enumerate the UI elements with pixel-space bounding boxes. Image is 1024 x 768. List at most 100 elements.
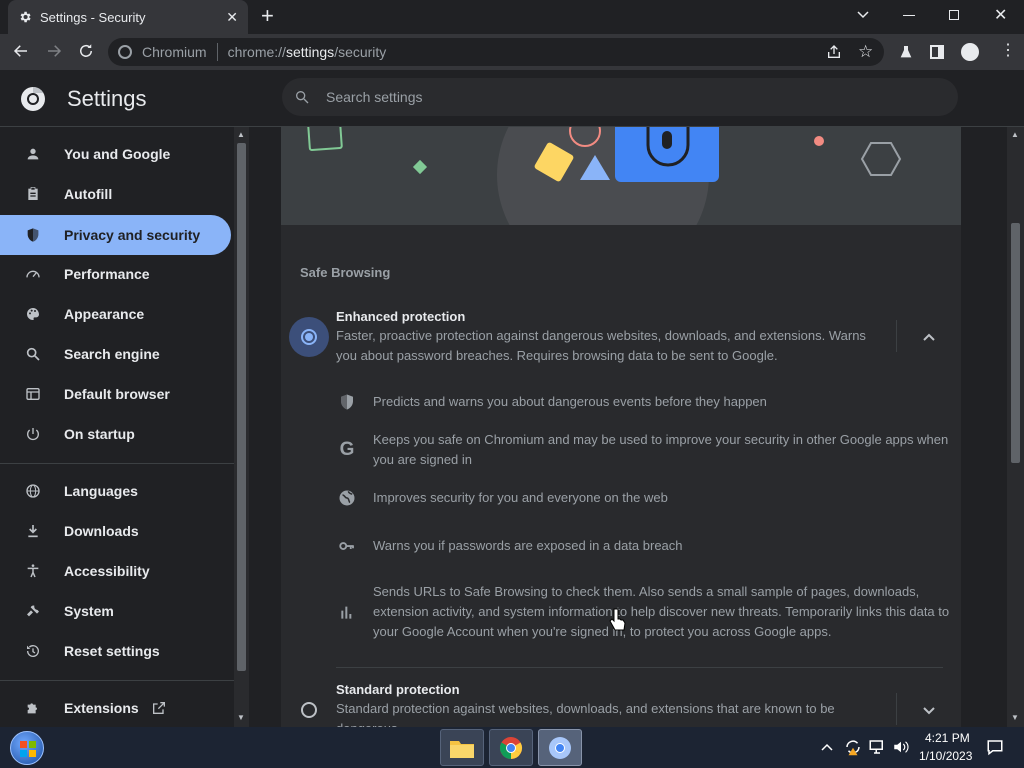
scroll-up-arrow-icon[interactable]: ▲ xyxy=(1011,130,1019,139)
restore-button[interactable] xyxy=(949,10,959,20)
new-tab-button[interactable]: + xyxy=(261,5,274,27)
volume-icon[interactable] xyxy=(892,738,910,761)
shield-icon xyxy=(337,392,357,412)
window-close-button[interactable]: ✕ xyxy=(994,5,1007,25)
mouse-pointer-icon xyxy=(609,608,627,637)
standard-protection-title: Standard protection xyxy=(336,682,460,697)
chromium-taskbar-icon[interactable] xyxy=(538,729,582,766)
enhanced-bullet-text: Predicts and warns you about dangerous e… xyxy=(373,394,767,409)
sidebar-item-label: Extensions xyxy=(64,700,139,716)
sidebar: You and Google Autofill Privacy and secu… xyxy=(0,127,234,727)
sidebar-item-label: Autofill xyxy=(64,186,113,202)
bookmark-star-icon[interactable]: ☆ xyxy=(858,42,873,62)
file-explorer-taskbar-icon[interactable] xyxy=(440,729,484,766)
sidebar-item-label: On startup xyxy=(64,426,135,442)
sidebar-item-system[interactable]: System xyxy=(0,591,231,631)
shield-icon xyxy=(24,226,42,244)
sidebar-item-default-browser[interactable]: Default browser xyxy=(0,374,231,414)
scroll-down-arrow-icon[interactable]: ▼ xyxy=(1011,713,1019,722)
standard-protection-description: Standard protection against websites, do… xyxy=(336,701,835,727)
tray-chevron-icon[interactable] xyxy=(820,740,834,759)
sidebar-item-accessibility[interactable]: Accessibility xyxy=(0,551,231,591)
url-prefix: chrome:// xyxy=(227,44,286,60)
sidebar-item-autofill[interactable]: Autofill xyxy=(0,174,231,214)
standard-protection-radio[interactable] xyxy=(301,702,317,718)
sidebar-item-reset-settings[interactable]: Reset settings xyxy=(0,631,231,671)
enhanced-protection-radio[interactable] xyxy=(289,317,329,357)
collapse-chevron-icon[interactable] xyxy=(922,330,936,349)
start-button[interactable] xyxy=(10,731,44,765)
option-divider xyxy=(336,667,943,668)
sidebar-item-label: Search engine xyxy=(64,346,160,362)
page-scrollbar-thumb[interactable] xyxy=(1011,223,1020,463)
main-content: Safe Browsing Enhanced protection Faster… xyxy=(249,127,1007,727)
sidebar-item-you-and-google[interactable]: You and Google xyxy=(0,134,231,174)
profile-avatar-icon[interactable] xyxy=(961,43,979,61)
side-panel-icon[interactable] xyxy=(930,45,944,59)
divider xyxy=(216,43,218,61)
clock-time[interactable]: 4:21 PM xyxy=(925,731,970,745)
close-icon[interactable]: ✕ xyxy=(226,9,238,26)
puzzle-icon xyxy=(24,699,42,717)
expand-chevron-icon[interactable] xyxy=(922,703,936,722)
external-link-icon xyxy=(151,700,167,719)
tab-title: Settings - Security xyxy=(40,9,146,25)
scroll-down-arrow-icon[interactable]: ▼ xyxy=(237,713,245,722)
enhanced-bullet-text: Warns you if passwords are exposed in a … xyxy=(373,538,683,553)
sidebar-scrollbar-thumb[interactable] xyxy=(237,143,246,671)
sidebar-item-privacy-and-security[interactable]: Privacy and security xyxy=(0,215,231,255)
page-scrollbar[interactable]: ▲ ▼ xyxy=(1007,127,1024,727)
minimize-button[interactable] xyxy=(903,15,915,16)
tab-search-chevron-icon[interactable] xyxy=(856,7,870,26)
url-path: /security xyxy=(334,44,387,60)
sidebar-item-label: You and Google xyxy=(64,146,171,162)
sidebar-item-downloads[interactable]: Downloads xyxy=(0,511,231,551)
search-placeholder: Search settings xyxy=(326,89,423,105)
tab-settings-security[interactable]: Settings - Security ✕ xyxy=(8,0,248,34)
radio-selected-icon xyxy=(301,329,317,345)
person-icon xyxy=(24,145,42,163)
reload-icon[interactable] xyxy=(77,42,95,65)
vertical-divider xyxy=(896,320,897,352)
sidebar-item-search-engine[interactable]: Search engine xyxy=(0,334,231,374)
address-bar[interactable]: Chromium chrome://settings/security ☆ xyxy=(108,38,884,66)
network-icon[interactable] xyxy=(868,738,886,761)
page-title: Settings xyxy=(67,86,147,111)
enhanced-protection-description: Faster, proactive protection against dan… xyxy=(336,328,866,363)
sidebar-item-languages[interactable]: Languages xyxy=(0,471,231,511)
forward-icon[interactable] xyxy=(45,42,63,65)
sidebar-divider xyxy=(0,463,234,464)
sidebar-item-label: Languages xyxy=(64,483,138,499)
search-icon xyxy=(294,89,310,108)
enhanced-bullet-text: Sends URLs to Safe Browsing to check the… xyxy=(373,584,950,639)
vertical-divider xyxy=(896,693,897,725)
clock-date[interactable]: 1/10/2023 xyxy=(919,749,972,763)
sidebar-item-extensions[interactable]: Extensions xyxy=(0,688,231,727)
globe-icon xyxy=(337,488,357,508)
search-settings-input[interactable]: Search settings xyxy=(282,78,958,116)
scroll-up-arrow-icon[interactable]: ▲ xyxy=(237,130,245,139)
tab-strip: Settings - Security ✕ + ✕ xyxy=(0,0,1024,34)
back-icon[interactable] xyxy=(12,42,30,65)
share-icon[interactable] xyxy=(826,44,842,63)
gear-icon xyxy=(18,10,32,24)
key-icon xyxy=(337,536,357,556)
browser-icon xyxy=(24,385,42,403)
notification-icon[interactable] xyxy=(986,738,1004,761)
sidebar-divider xyxy=(0,680,234,681)
site-name: Chromium xyxy=(142,44,207,60)
sidebar-item-label: Privacy and security xyxy=(64,227,201,243)
sidebar-item-label: Performance xyxy=(64,266,150,282)
sidebar-item-performance[interactable]: Performance xyxy=(0,254,231,294)
sync-warning-icon[interactable] xyxy=(844,738,862,761)
sidebar-item-label: Reset settings xyxy=(64,643,160,659)
sidebar-item-appearance[interactable]: Appearance xyxy=(0,294,231,334)
accessibility-icon xyxy=(24,562,42,580)
sidebar-item-label: Accessibility xyxy=(64,563,150,579)
menu-dots-icon[interactable]: ⋮ xyxy=(1000,42,1016,60)
url-host: settings xyxy=(285,44,335,60)
chrome-taskbar-icon[interactable] xyxy=(489,729,533,766)
labs-flask-icon[interactable] xyxy=(898,44,914,65)
sidebar-scrollbar[interactable]: ▲ ▼ xyxy=(234,127,249,727)
sidebar-item-on-startup[interactable]: On startup xyxy=(0,414,231,454)
